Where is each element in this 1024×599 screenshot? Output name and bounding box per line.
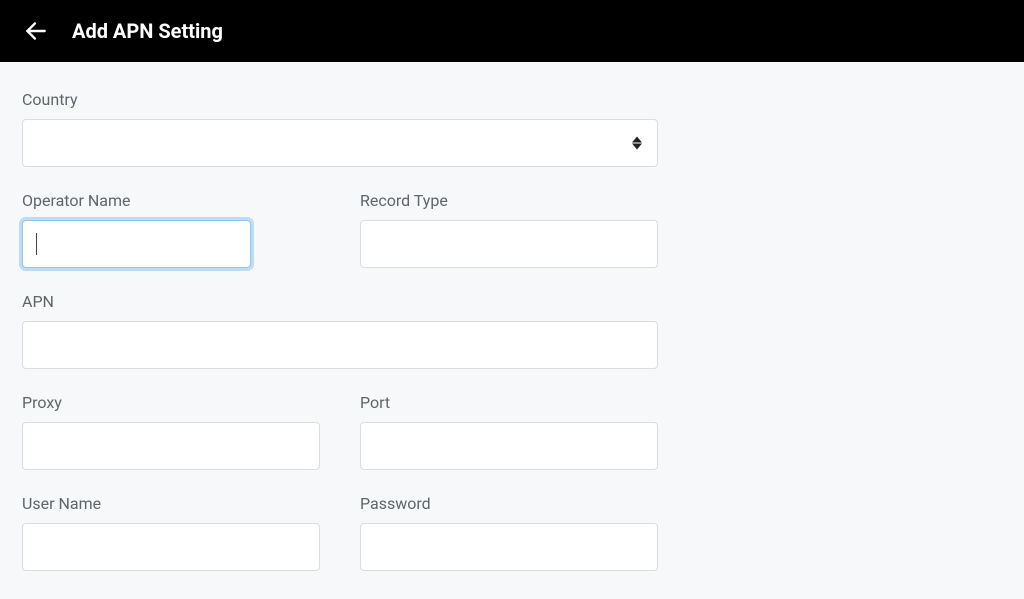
proxy-label: Proxy <box>22 393 320 412</box>
apn-label: APN <box>22 292 658 311</box>
port-input[interactable] <box>360 422 658 470</box>
proxy-group: Proxy <box>22 393 320 470</box>
text-cursor <box>36 233 37 255</box>
operator-name-group: Operator Name <box>22 191 320 268</box>
operator-name-label: Operator Name <box>22 191 320 210</box>
header-bar: Add APN Setting <box>0 0 1024 62</box>
page-title: Add APN Setting <box>72 19 223 43</box>
user-name-label: User Name <box>22 494 320 513</box>
port-group: Port <box>360 393 658 470</box>
country-select[interactable] <box>22 119 658 167</box>
record-type-group: Record Type <box>360 191 658 268</box>
proxy-input[interactable] <box>22 422 320 470</box>
country-group: Country <box>22 90 658 167</box>
back-arrow-icon <box>23 18 49 44</box>
password-group: Password <box>360 494 658 571</box>
password-input[interactable] <box>360 523 658 571</box>
user-name-group: User Name <box>22 494 320 571</box>
country-label: Country <box>22 90 658 109</box>
port-label: Port <box>360 393 658 412</box>
record-type-label: Record Type <box>360 191 658 210</box>
form-container: Country Operator Name Record Type AP <box>0 62 680 599</box>
password-label: Password <box>360 494 658 513</box>
user-name-input[interactable] <box>22 523 320 571</box>
apn-input[interactable] <box>22 321 658 369</box>
operator-name-input[interactable] <box>22 220 251 268</box>
apn-group: APN <box>22 292 658 369</box>
record-type-input[interactable] <box>360 220 658 268</box>
back-button[interactable] <box>20 15 52 47</box>
